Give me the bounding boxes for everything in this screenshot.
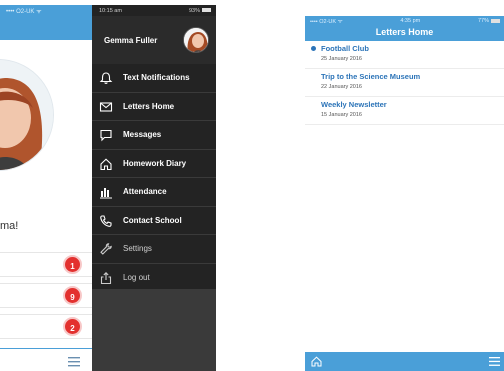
menu-label: Log out bbox=[123, 272, 150, 282]
menu-item-contact-school[interactable]: Contact School bbox=[92, 207, 216, 235]
home-screen-behind-drawer[interactable]: •••• O2-UK ᯤ ma! 1 9 2 bbox=[0, 5, 92, 371]
summary-row-3[interactable]: 2 bbox=[0, 314, 92, 339]
envelope-icon bbox=[99, 101, 113, 112]
menu-item-text-notifications[interactable]: Text Notifications bbox=[92, 64, 216, 93]
navigation-drawer: 10:15 am 93% Gemma Fuller Text Notificat… bbox=[92, 5, 216, 371]
drawer-status-bar: 10:15 am 93% bbox=[92, 5, 216, 16]
status-bar: •••• O2-UK ᯤ 4:35 pm 77% bbox=[305, 16, 504, 26]
hamburger-menu-icon[interactable] bbox=[489, 357, 500, 366]
letter-date: 22 January 2016 bbox=[321, 84, 362, 90]
menu-item-attendance[interactable]: Attendance bbox=[92, 178, 216, 207]
hamburger-menu-icon[interactable] bbox=[68, 357, 80, 367]
menu-item-homework-diary[interactable]: Homework Diary bbox=[92, 150, 216, 178]
menu-label: Contact School bbox=[123, 215, 182, 225]
logout-icon bbox=[100, 271, 112, 284]
avatar[interactable] bbox=[183, 27, 209, 53]
page-title: Letters Home bbox=[305, 26, 504, 41]
drawer-footer-area bbox=[92, 289, 216, 371]
drawer-menu: Text Notifications Letters Home Messages bbox=[92, 64, 216, 292]
right-phone-screen: •••• O2-UK ᯤ 4:35 pm 77% Letters Home Fo… bbox=[305, 16, 504, 371]
status-battery: 77% bbox=[478, 18, 500, 24]
status-carrier: •••• O2-UK ᯤ bbox=[310, 19, 343, 25]
summary-row-2[interactable]: 9 bbox=[0, 283, 92, 308]
letter-date: 15 January 2016 bbox=[321, 112, 362, 118]
battery-icon bbox=[490, 18, 500, 23]
list-item[interactable]: Weekly Newsletter 15 January 2016 bbox=[305, 97, 504, 125]
phone-icon bbox=[100, 214, 112, 227]
wrench-icon bbox=[100, 243, 112, 255]
menu-label: Homework Diary bbox=[123, 158, 187, 168]
letter-date: 25 January 2016 bbox=[321, 56, 362, 62]
menu-label: Settings bbox=[123, 244, 152, 253]
menu-item-log-out[interactable]: Log out bbox=[92, 264, 216, 292]
menu-item-letters-home[interactable]: Letters Home bbox=[92, 93, 216, 121]
unread-dot-icon bbox=[311, 46, 316, 51]
summary-row-1[interactable]: 1 bbox=[0, 252, 92, 277]
notification-badge: 2 bbox=[63, 317, 82, 336]
under-header-bar bbox=[0, 16, 92, 40]
bottom-divider bbox=[0, 348, 92, 349]
under-status-bar: •••• O2-UK ᯤ bbox=[0, 5, 92, 16]
greeting-text: ma! bbox=[0, 220, 19, 232]
message-icon bbox=[100, 129, 112, 142]
menu-item-settings[interactable]: Settings bbox=[92, 235, 216, 264]
notification-badge: 1 bbox=[63, 255, 82, 274]
menu-label: Text Notifications bbox=[123, 73, 190, 82]
letters-list: Football Club 25 January 2016 Trip to th… bbox=[305, 41, 504, 125]
bell-icon bbox=[99, 72, 113, 84]
status-time: 10:15 am bbox=[99, 7, 122, 14]
status-battery: 93% bbox=[189, 8, 211, 14]
drawer-profile-header: Gemma Fuller bbox=[92, 16, 216, 64]
home-icon bbox=[100, 157, 112, 170]
home-icon[interactable] bbox=[311, 356, 322, 367]
bar-chart-icon bbox=[100, 188, 112, 199]
menu-label: Letters Home bbox=[123, 101, 175, 111]
status-time: 4:35 pm bbox=[400, 18, 421, 24]
menu-label: Messages bbox=[123, 130, 162, 139]
letter-title: Weekly Newsletter bbox=[321, 100, 387, 109]
profile-photo bbox=[0, 59, 54, 171]
menu-label: Attendance bbox=[123, 187, 167, 196]
list-item[interactable]: Football Club 25 January 2016 bbox=[305, 41, 504, 69]
bottom-tab-bar bbox=[305, 352, 504, 371]
battery-icon bbox=[202, 8, 211, 13]
menu-item-messages[interactable]: Messages bbox=[92, 121, 216, 150]
notification-badge: 9 bbox=[63, 286, 82, 305]
user-name: Gemma Fuller bbox=[104, 36, 158, 45]
left-phone-screen: •••• O2-UK ᯤ ma! 1 9 2 10:15 am 93% Gemm… bbox=[0, 5, 216, 371]
letter-title: Football Club bbox=[321, 44, 369, 53]
list-item[interactable]: Trip to the Science Museum 22 January 20… bbox=[305, 69, 504, 97]
letter-title: Trip to the Science Museum bbox=[321, 72, 421, 81]
